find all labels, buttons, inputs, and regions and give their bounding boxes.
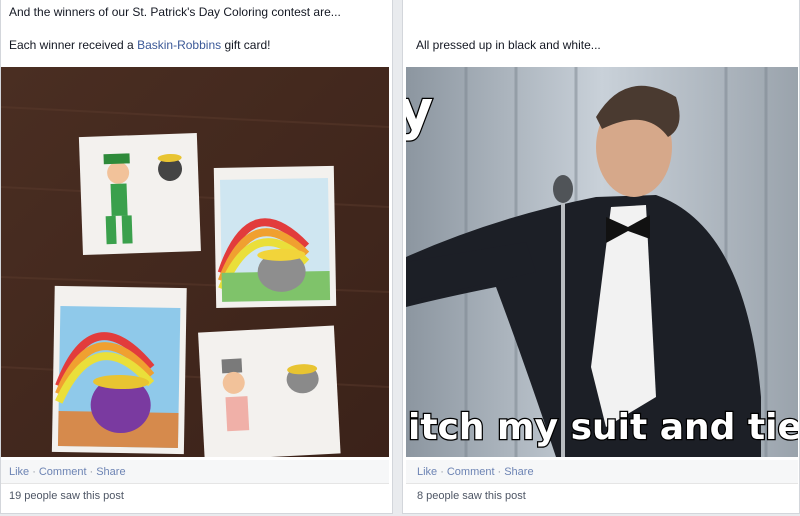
coloring-pages-illustration (1, 67, 389, 457)
meme-top-text: y (406, 79, 433, 142)
like-link[interactable]: Like (417, 466, 437, 478)
post-card-coloring-contest: And the winners of our St. Patrick's Day… (0, 0, 393, 514)
meme-photo[interactable]: y itch my suit and tie (406, 67, 798, 457)
post-actions-bar: Like · Comment · Share (406, 460, 798, 484)
like-link[interactable]: Like (9, 466, 29, 478)
share-link[interactable]: Share (504, 466, 533, 478)
share-link[interactable]: Share (96, 466, 125, 478)
post-text-prefix: Each winner received a (9, 38, 138, 52)
separator-dot: · (497, 466, 502, 478)
comment-link[interactable]: Comment (447, 466, 495, 478)
coloring-contest-photo[interactable] (1, 67, 389, 457)
post-text-line1: And the winners of our St. Patrick's Day… (9, 5, 341, 19)
separator-dot: · (89, 466, 94, 478)
baskin-robbins-link[interactable]: Baskin-Robbins (137, 38, 221, 52)
post-card-suit-and-tie: All pressed up in black and white... y i… (402, 0, 800, 514)
post-reach-count: 8 people saw this post (417, 490, 526, 502)
post-reach-count: 19 people saw this post (9, 490, 124, 502)
separator-dot: · (440, 466, 444, 478)
singer-meme-illustration: y itch my suit and tie (406, 67, 798, 457)
comment-link[interactable]: Comment (39, 466, 87, 478)
post-text-line2: Each winner received a Baskin-Robbins gi… (9, 38, 270, 52)
post-actions-bar: Like · Comment · Share (1, 460, 389, 484)
post-text-suffix: gift card! (221, 38, 271, 52)
meme-bottom-text: itch my suit and tie (408, 407, 798, 448)
post-text-line1: All pressed up in black and white... (416, 38, 601, 52)
separator-dot: · (32, 466, 36, 478)
